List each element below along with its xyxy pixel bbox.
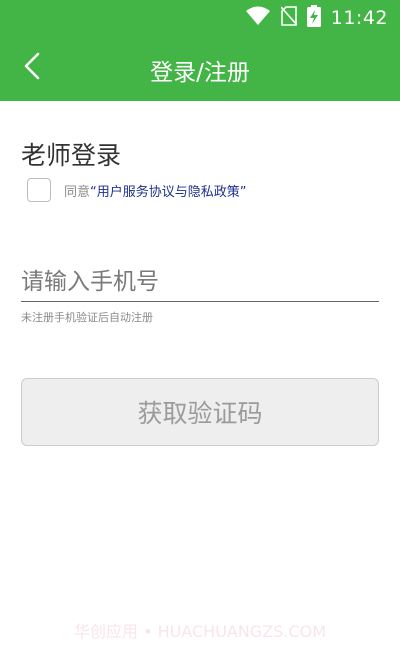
- wifi-icon: [245, 6, 271, 30]
- status-icons: 11:42: [245, 5, 388, 31]
- phone-input[interactable]: [21, 264, 379, 300]
- login-screen: 11:42 登录/注册 老师登录 同意 “用户服务协议与隐私政策” 未注册手机验…: [0, 0, 400, 650]
- agreement-prefix: 同意: [64, 184, 91, 200]
- status-bar: 11:42: [0, 0, 400, 36]
- status-time: 11:42: [330, 7, 388, 29]
- login-heading: 老师登录: [21, 141, 122, 170]
- agreement-row: 同意 “用户服务协议与隐私政策”: [27, 176, 247, 204]
- get-code-button[interactable]: 获取验证码: [21, 378, 379, 446]
- app-header: 11:42 登录/注册: [0, 0, 400, 101]
- agreement-text: 同意 “用户服务协议与隐私政策”: [64, 181, 247, 200]
- phone-field: [21, 264, 379, 302]
- watermark: 华创应用 • HUACHUANGZS.COM: [73, 622, 327, 641]
- navigation-bar: 登录/注册: [0, 36, 400, 101]
- no-sim-icon: [280, 6, 298, 30]
- agreement-checkbox[interactable]: [27, 178, 51, 202]
- battery-charging-icon: [306, 5, 321, 31]
- register-hint: 未注册手机验证后自动注册: [21, 311, 153, 324]
- agreement-link[interactable]: “用户服务协议与隐私政策”: [90, 181, 246, 200]
- page-title: 登录/注册: [150, 60, 250, 86]
